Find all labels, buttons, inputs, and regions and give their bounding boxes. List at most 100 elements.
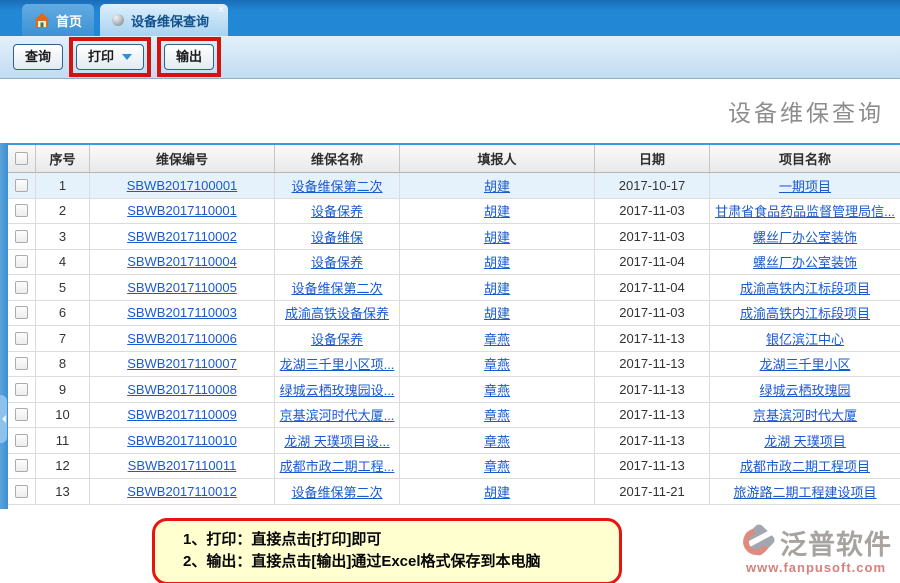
reporter-link[interactable]: 胡建	[484, 482, 510, 501]
maintenance-code-link[interactable]: SBWB2017110003	[127, 305, 237, 320]
maintenance-name-link[interactable]: 绿城云栖玫瑰园设...	[280, 380, 395, 399]
maintenance-name-link[interactable]: 京基滨河时代大厦...	[280, 405, 395, 424]
tab-home[interactable]: 首页	[22, 4, 94, 36]
table-row[interactable]: 3SBWB2017110002设备维保胡建2017-11-03螺丝厂办公室装饰	[8, 224, 900, 250]
maintenance-name-link[interactable]: 龙湖三千里小区项...	[280, 354, 395, 373]
row-code-cell: SBWB2017110009	[90, 403, 275, 428]
project-name-link[interactable]: 京基滨河时代大厦	[753, 405, 857, 424]
row-code-cell: SBWB2017110012	[90, 479, 275, 504]
row-checkbox[interactable]	[15, 434, 28, 447]
table-row[interactable]: 6SBWB2017110003成渝高铁设备保养胡建2017-11-03成渝高铁内…	[8, 301, 900, 327]
maintenance-code-link[interactable]: SBWB2017110010	[127, 433, 237, 448]
row-checkbox[interactable]	[15, 332, 28, 345]
table-row[interactable]: 13SBWB2017110012设备维保第二次胡建2017-11-21旅游路二期…	[8, 479, 900, 505]
row-name-cell: 设备保养	[275, 326, 400, 351]
table-row[interactable]: 7SBWB2017110006设备保养章燕2017-11-13银亿滨江中心	[8, 326, 900, 352]
row-checkbox[interactable]	[15, 204, 28, 217]
maintenance-code-link[interactable]: SBWB2017110001	[127, 203, 237, 218]
table-row[interactable]: 2SBWB2017110001设备保养胡建2017-11-03甘肃省食品药品监督…	[8, 199, 900, 225]
row-checkbox[interactable]	[15, 383, 28, 396]
row-project-cell: 绿城云栖玫瑰园	[710, 377, 900, 402]
maintenance-code-link[interactable]: SBWB2017110004	[127, 254, 237, 269]
collapse-handle[interactable]	[0, 395, 7, 443]
maintenance-name-link[interactable]: 设备维保第二次	[291, 278, 382, 297]
maintenance-name-link[interactable]: 设备维保第二次	[291, 482, 382, 501]
header-checkbox-cell	[8, 145, 36, 172]
maintenance-name-link[interactable]: 设备保养	[311, 329, 363, 348]
reporter-link[interactable]: 胡建	[484, 227, 510, 246]
row-checkbox-cell	[8, 377, 36, 402]
row-checkbox[interactable]	[15, 281, 28, 294]
row-checkbox-cell	[8, 250, 36, 275]
print-button-label: 打印	[88, 49, 114, 65]
close-icon[interactable]: ×	[218, 5, 224, 16]
project-name-link[interactable]: 成渝高铁内江标段项目	[740, 278, 870, 297]
maintenance-name-link[interactable]: 设备维保	[311, 227, 363, 246]
project-name-link[interactable]: 螺丝厂办公室装饰	[753, 252, 857, 271]
project-name-link[interactable]: 龙湖 天璞项目	[764, 431, 846, 450]
maintenance-code-link[interactable]: SBWB2017110008	[127, 382, 237, 397]
project-name-link[interactable]: 成都市政二期工程项目	[740, 456, 870, 475]
reporter-link[interactable]: 胡建	[484, 252, 510, 271]
maintenance-name-link[interactable]: 设备保养	[311, 252, 363, 271]
select-all-checkbox[interactable]	[15, 152, 28, 165]
row-checkbox[interactable]	[15, 179, 28, 192]
table-header-row: 序号 维保编号 维保名称 填报人 日期 项目名称	[8, 145, 900, 173]
reporter-link[interactable]: 章燕	[484, 380, 510, 399]
reporter-link[interactable]: 胡建	[484, 176, 510, 195]
maintenance-code-link[interactable]: SBWB2017110002	[127, 229, 237, 244]
row-checkbox[interactable]	[15, 255, 28, 268]
table-row[interactable]: 1SBWB2017100001设备维保第二次胡建2017-10-17一期项目	[8, 173, 900, 199]
row-checkbox[interactable]	[15, 230, 28, 243]
project-name-link[interactable]: 一期项目	[779, 176, 831, 195]
project-name-link[interactable]: 银亿滨江中心	[766, 329, 844, 348]
query-button[interactable]: 查询	[13, 44, 63, 70]
table-row[interactable]: 10SBWB2017110009京基滨河时代大厦...章燕2017-11-13京…	[8, 403, 900, 429]
export-button[interactable]: 输出	[164, 44, 214, 70]
maintenance-code-link[interactable]: SBWB2017110006	[127, 331, 237, 346]
row-checkbox[interactable]	[15, 357, 28, 370]
table-row[interactable]: 12SBWB2017110011成都市政二期工程...章燕2017-11-13成…	[8, 454, 900, 480]
maintenance-name-link[interactable]: 成渝高铁设备保养	[285, 303, 389, 322]
maintenance-code-link[interactable]: SBWB2017110005	[127, 280, 237, 295]
reporter-link[interactable]: 章燕	[484, 431, 510, 450]
reporter-link[interactable]: 胡建	[484, 278, 510, 297]
table-row[interactable]: 9SBWB2017110008绿城云栖玫瑰园设...章燕2017-11-13绿城…	[8, 377, 900, 403]
maintenance-name-link[interactable]: 设备保养	[311, 201, 363, 220]
table-row[interactable]: 5SBWB2017110005设备维保第二次胡建2017-11-04成渝高铁内江…	[8, 275, 900, 301]
maintenance-code-link[interactable]: SBWB2017110007	[127, 356, 237, 371]
row-checkbox-cell	[8, 224, 36, 249]
chevron-down-icon[interactable]	[122, 54, 132, 60]
row-checkbox[interactable]	[15, 459, 28, 472]
reporter-link[interactable]: 胡建	[484, 201, 510, 220]
reporter-link[interactable]: 章燕	[484, 329, 510, 348]
maintenance-code-link[interactable]: SBWB2017110009	[127, 407, 237, 422]
project-name-link[interactable]: 绿城云栖玫瑰园	[759, 380, 850, 399]
project-name-link[interactable]: 成渝高铁内江标段项目	[740, 303, 870, 322]
vendor-url: www.fanpusoft.com	[746, 560, 886, 575]
reporter-link[interactable]: 章燕	[484, 405, 510, 424]
row-checkbox[interactable]	[15, 485, 28, 498]
tab-equipment-maintenance-query[interactable]: 设备维保查询 ×	[100, 4, 228, 36]
maintenance-code-link[interactable]: SBWB2017100001	[127, 178, 238, 193]
reporter-link[interactable]: 章燕	[484, 456, 510, 475]
project-name-link[interactable]: 甘肃省食品药品监督管理局信...	[715, 201, 895, 220]
table-row[interactable]: 4 SBWB2017110004 设备保养 胡建 2017-11-04 螺丝厂办公室装饰	[8, 250, 900, 276]
project-name-link[interactable]: 龙湖三千里小区	[759, 354, 850, 373]
reporter-link[interactable]: 胡建	[484, 303, 510, 322]
maintenance-name-link[interactable]: 设备维保第二次	[291, 176, 382, 195]
maintenance-code-link[interactable]: SBWB2017110012	[127, 484, 237, 499]
maintenance-code-link[interactable]: SBWB2017110011	[128, 458, 237, 473]
maintenance-name-link[interactable]: 龙湖 天璞项目设...	[284, 431, 389, 450]
row-seq: 4	[36, 250, 90, 275]
row-checkbox[interactable]	[15, 408, 28, 421]
maintenance-name-link[interactable]: 成都市政二期工程...	[280, 456, 395, 475]
project-name-link[interactable]: 旅游路二期工程建设项目	[733, 482, 876, 501]
print-button[interactable]: 打印	[76, 44, 144, 70]
row-checkbox[interactable]	[15, 306, 28, 319]
reporter-link[interactable]: 章燕	[484, 354, 510, 373]
row-date: 2017-11-04	[595, 250, 710, 275]
table-row[interactable]: 8SBWB2017110007龙湖三千里小区项...章燕2017-11-13龙湖…	[8, 352, 900, 378]
project-name-link[interactable]: 螺丝厂办公室装饰	[753, 227, 857, 246]
table-row[interactable]: 11SBWB2017110010龙湖 天璞项目设...章燕2017-11-13龙…	[8, 428, 900, 454]
